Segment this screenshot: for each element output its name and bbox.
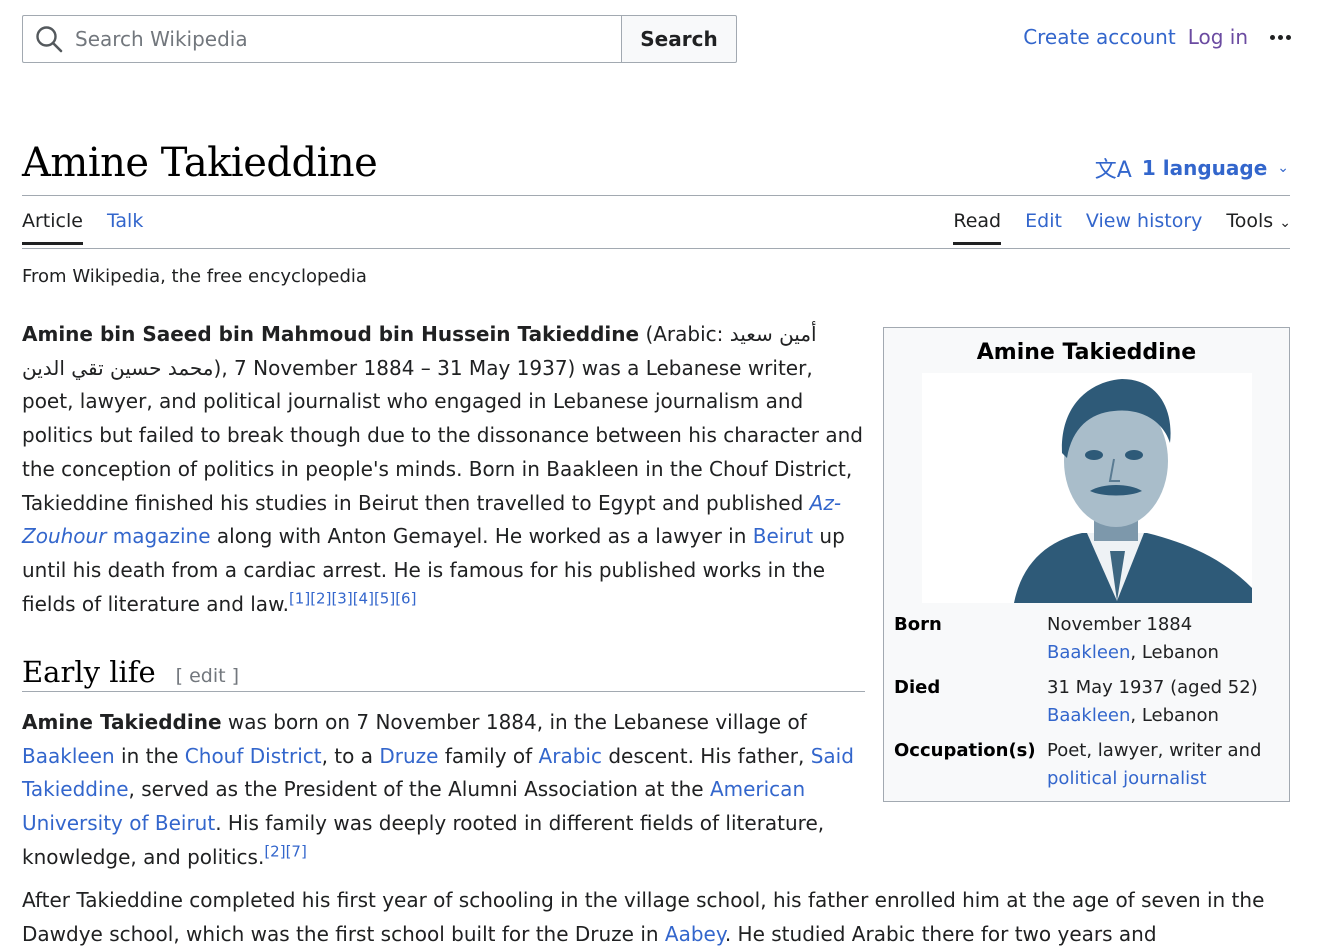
beirut-link[interactable]: Beirut [753,524,813,548]
arabic-link[interactable]: Arabic [539,744,602,768]
search-button[interactable]: Search [621,15,737,63]
schooling-paragraph: After Takieddine completed his first yea… [22,884,1312,951]
search-field[interactable] [22,15,621,63]
text-segment: descent. His father, [601,743,811,768]
user-links: Create account Log in [1023,25,1291,49]
chevron-down-icon: ⌄ [1279,215,1291,231]
text-segment: , to a [321,743,380,768]
infobox-row-died: Died 31 May 1937 (aged 52) Baakleen, Leba… [894,674,1261,737]
infobox-value: 31 May 1937 (aged 52) Baakleen, Lebanon [1047,674,1261,737]
reference-links[interactable]: [1][2][3][4][5][6] [289,589,417,607]
search-input[interactable] [75,27,575,51]
infobox-row-occupation: Occupation(s) Poet, lawyer, writer and po… [894,737,1261,800]
page-title: Amine Takieddine [22,140,378,186]
section-heading-early-life: Early life [ edit ] [22,655,865,692]
baakleen-link[interactable]: Baakleen [22,744,115,768]
tabs-divider [22,248,1290,249]
view-tabs: Read Edit View history Tools ⌄ [929,210,1291,245]
chevron-down-icon: ⌄ [1277,160,1289,176]
tab-tools[interactable]: Tools ⌄ [1226,210,1291,245]
tagline: From Wikipedia, the free encyclopedia [22,266,367,287]
magazine-link[interactable]: magazine [106,524,211,548]
druze-link[interactable]: Druze [379,744,438,768]
text-segment: in the [114,743,185,768]
tools-label: Tools [1226,210,1274,232]
edit-label: [ edit ] [175,665,240,687]
text-segment: , served as the President of the Alumni … [128,777,710,802]
create-account-link[interactable]: Create account [1023,25,1176,49]
tab-view-history[interactable]: View history [1086,210,1202,245]
intro-paragraph: Amine bin Saeed bin Mahmoud bin Hussein … [22,318,867,621]
infobox-label: Died [894,677,941,698]
chouf-district-link[interactable]: Chouf District [185,744,322,768]
infobox-label: Born [894,614,942,635]
infobox-value: November 1884 Baakleen, Lebanon [1047,611,1261,674]
political-journalist-link[interactable]: political journalist [1047,768,1207,789]
namespace-tabs: Article Talk [22,210,167,245]
translate-icon: 文A [1094,158,1132,183]
occupation-text: Poet, lawyer, writer and [1047,740,1262,761]
tab-edit[interactable]: Edit [1025,210,1062,245]
died-place-rest: , Lebanon [1130,705,1219,726]
tab-article[interactable]: Article [22,210,83,245]
reference-links[interactable]: [2][7] [264,842,307,860]
title-divider [22,195,1290,196]
subject-name: Amine bin Saeed bin Mahmoud bin Hussein … [22,322,640,346]
tab-read[interactable]: Read [953,210,1002,245]
born-place-link[interactable]: Baakleen [1047,642,1130,663]
text-segment: family of [438,743,539,768]
edit-section-link[interactable]: [ edit ] [176,665,239,687]
born-place-rest: , Lebanon [1130,642,1219,663]
infobox-title: Amine Takieddine [976,340,1197,365]
text-segment: along with Anton Gemayel. He worked as a… [210,524,753,549]
more-options-icon[interactable] [1270,34,1291,40]
language-button[interactable]: 文A 1 language ⌄ [1095,152,1289,184]
infobox-value: Poet, lawyer, writer and political journa… [1047,737,1261,800]
subject-name: Amine Takieddine [22,710,222,734]
infobox-label: Occupation(s) [894,740,1036,761]
infobox: Amine Takieddine Born November 1884 Baak… [883,327,1290,802]
text-segment: . He studied Arabic there for two years … [724,921,1157,946]
portrait-image[interactable] [922,373,1252,603]
log-in-link[interactable]: Log in [1188,25,1248,49]
language-button-label: 1 language [1141,156,1268,180]
infobox-row-born: Born November 1884 Baakleen, Lebanon [894,611,1261,674]
infobox-table: Born November 1884 Baakleen, Lebanon Died… [894,611,1261,800]
section-title: Early life [22,655,156,689]
aabey-link[interactable]: Aabey [665,922,725,946]
search-box: Search [22,15,737,63]
text-segment: was born on 7 November 1884, in the Leba… [221,710,807,734]
tab-talk[interactable]: Talk [107,210,143,245]
died-place-link[interactable]: Baakleen [1047,705,1130,726]
text-segment: (Arabic: [639,322,730,346]
early-life-paragraph: Amine Takieddine was born on 7 November … [22,706,867,875]
born-date: November 1884 [1047,614,1193,635]
search-icon [36,26,63,53]
died-date: 31 May 1937 (aged 52) [1047,677,1258,698]
